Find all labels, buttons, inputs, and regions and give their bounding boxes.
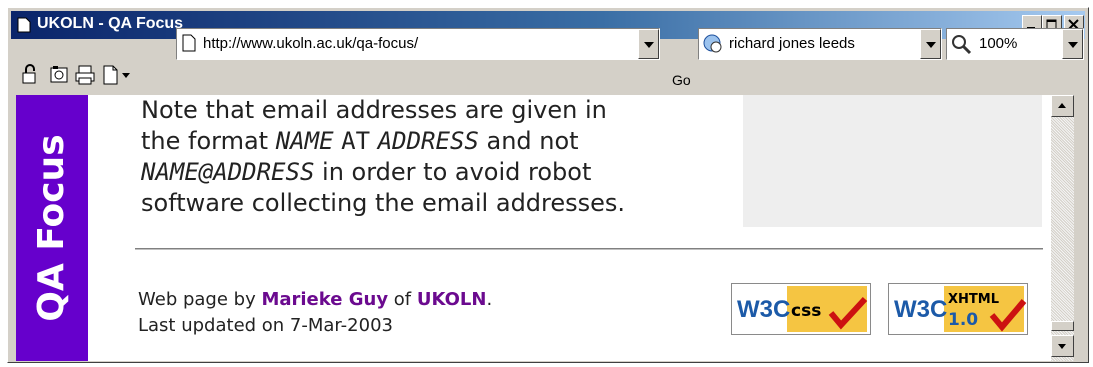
chevron-down-icon[interactable]	[122, 72, 132, 80]
note-line: Note that email addresses are given in	[141, 96, 607, 124]
zoom-icon	[952, 35, 972, 55]
zoom-value[interactable]: 100%	[979, 35, 1017, 52]
version-text: 1.0	[948, 310, 978, 330]
author-link[interactable]: Marieke Guy	[261, 289, 388, 310]
sidebar-title: QA Focus	[31, 134, 72, 322]
credit-middle: of	[388, 289, 417, 310]
page-icon	[17, 17, 31, 33]
zoom-bar[interactable]: 100%	[946, 28, 1084, 60]
search-bar[interactable]: richard jones leeds	[698, 28, 942, 60]
arrow-up-icon	[1058, 103, 1066, 108]
security-icon[interactable]	[20, 64, 42, 86]
code-email: NAME@ADDRESS	[141, 158, 315, 186]
search-engine-icon	[703, 34, 722, 53]
credit-line: Web page by Marieke Guy of UKOLN.	[138, 287, 492, 313]
cookie-icon[interactable]	[48, 64, 70, 86]
code-name: NAME	[275, 127, 334, 155]
xhtml-text: XHTML	[948, 292, 999, 307]
address-bar[interactable]: http://www.ukoln.ac.uk/qa-focus/	[176, 28, 660, 60]
search-dropdown-button[interactable]	[920, 29, 941, 59]
w3c-css-badge[interactable]: W3C css	[731, 283, 871, 335]
note-line: software collecting the email addresses.	[141, 189, 626, 217]
gray-panel	[743, 95, 1042, 227]
note-text: in order to avoid robot	[314, 158, 592, 186]
code-at: AT	[341, 127, 371, 155]
scroll-thumb[interactable]	[1051, 321, 1074, 331]
last-updated: Last updated on 7-Mar-2003	[138, 315, 393, 336]
credit-prefix: Web page by	[138, 289, 262, 310]
divider	[135, 248, 1043, 250]
go-button[interactable]: Go	[672, 72, 691, 88]
org-link[interactable]: UKOLN	[417, 289, 487, 310]
address-input[interactable]: http://www.ukoln.ac.uk/qa-focus/	[203, 35, 418, 52]
address-dropdown-button[interactable]	[638, 29, 659, 59]
note-text: and not	[478, 127, 579, 155]
email-note: Note that email addresses are given in t…	[141, 95, 731, 219]
w3c-text: W3C	[894, 296, 947, 323]
css-text: css	[791, 301, 821, 321]
credit-suffix: .	[486, 289, 493, 310]
search-input[interactable]: richard jones leeds	[729, 35, 855, 52]
scroll-up-button[interactable]	[1051, 95, 1074, 117]
note-line: the format NAME AT ADDRESS and not	[141, 126, 731, 157]
scroll-down-button[interactable]	[1051, 335, 1074, 357]
zoom-dropdown-button[interactable]	[1062, 29, 1083, 59]
w3c-text: W3C	[737, 296, 790, 323]
window-title: UKOLN - QA Focus	[37, 15, 184, 32]
note-text: the format	[141, 127, 276, 155]
new-page-icon[interactable]	[100, 64, 122, 86]
page-content: QA Focus Note that email addresses are g…	[16, 95, 1065, 361]
code-address: ADDRESS	[377, 127, 479, 155]
page-footer: Web page by Marieke Guy of UKOLN. Last u…	[138, 287, 492, 339]
vertical-scrollbar[interactable]	[1051, 95, 1074, 361]
note-line: NAME@ADDRESS in order to avoid robot	[141, 157, 731, 188]
page-icon	[182, 34, 196, 52]
print-icon[interactable]	[74, 64, 96, 86]
arrow-down-icon	[1058, 344, 1066, 349]
sidebar-banner: QA Focus	[16, 95, 88, 361]
w3c-xhtml-badge[interactable]: W3C XHTML 1.0	[888, 283, 1028, 335]
